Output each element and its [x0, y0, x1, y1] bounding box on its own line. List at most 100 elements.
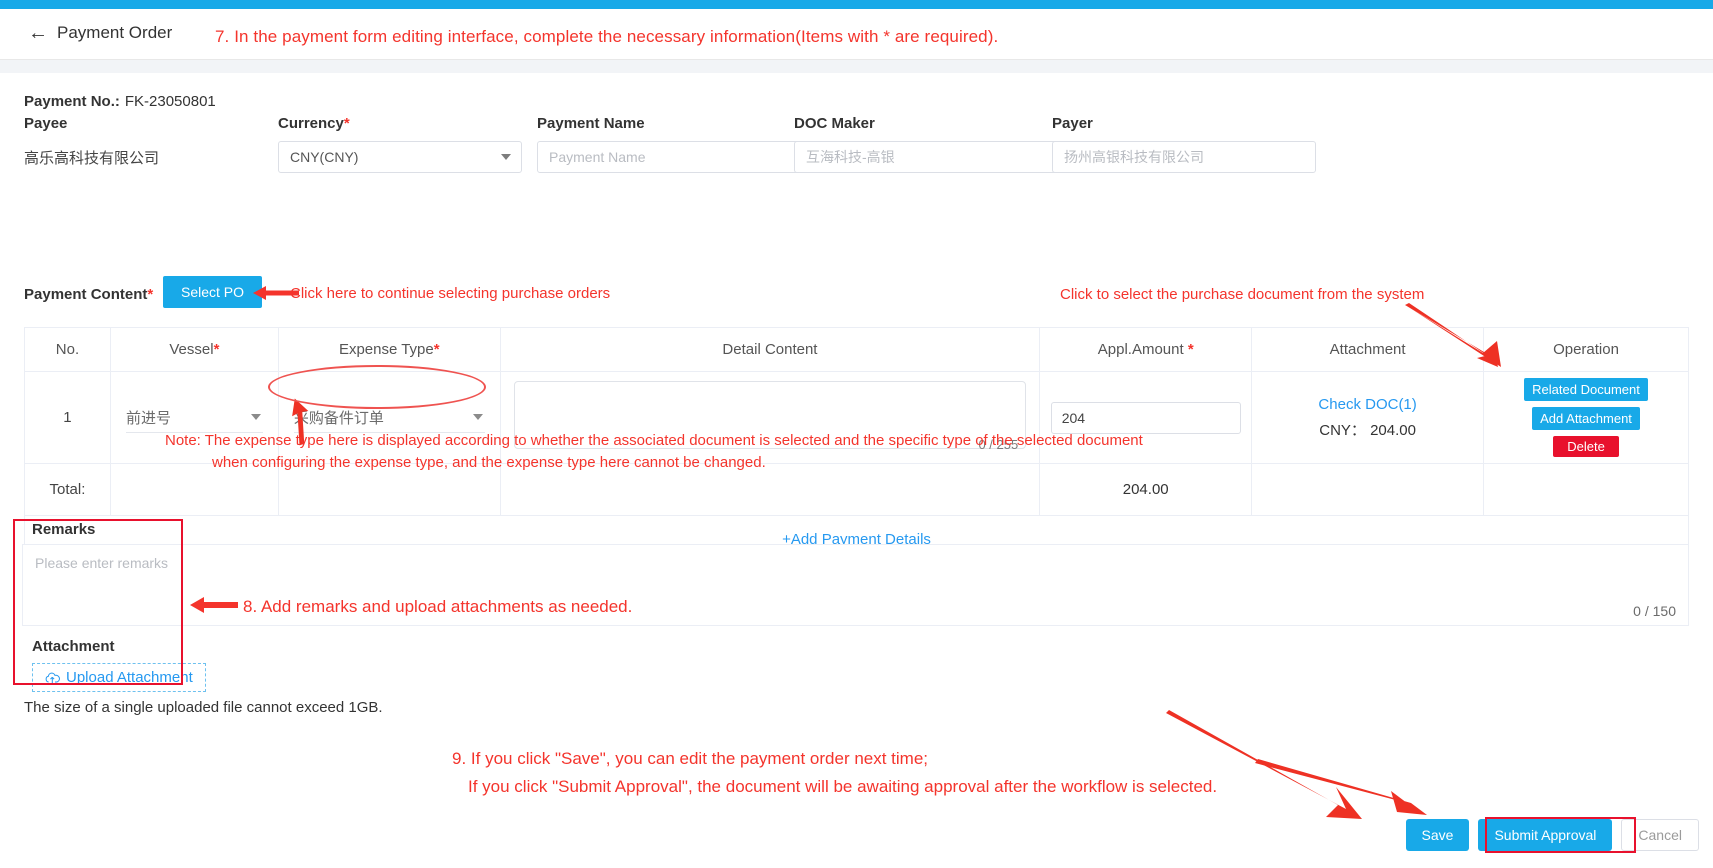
vessel-select[interactable]: 前进号 [125, 403, 263, 433]
label-text: Payer [1052, 115, 1093, 132]
label-text: Payment Name [537, 115, 645, 132]
cell-no: 1 [24, 371, 111, 464]
cloud-upload-icon [45, 672, 60, 684]
required-asterisk: * [147, 286, 154, 303]
column-header-expense-type: Expense Type* [277, 327, 501, 372]
header-text: Vessel [169, 341, 214, 358]
cell-operation: Related Document Add Attachment Delete [1483, 371, 1689, 464]
vessel-selected-value: 前进号 [125, 409, 171, 427]
cell-detail-content: 0 / 255 [499, 371, 1041, 464]
header-text: Operation [1553, 341, 1619, 358]
total-label-cell: Total: [24, 463, 111, 516]
field-payee: Payee 高乐高科技有限公司 [24, 115, 159, 168]
submit-approval-button[interactable]: Submit Approval [1478, 819, 1613, 851]
top-accent-strip [0, 0, 1713, 9]
cell-attachment: Check DOC(1) CNY： 204.00 [1251, 371, 1485, 464]
header-text: Expense Type [338, 341, 434, 358]
related-document-button[interactable]: Related Document [1524, 378, 1648, 401]
appl-amount-input[interactable] [1050, 401, 1241, 434]
table-header-row: No. Vessel* Expense Type* Detail Content… [24, 327, 1689, 372]
table-header: No. Vessel* Expense Type* Detail Content… [24, 327, 1689, 372]
currency-select[interactable]: CNY(CNY) [278, 141, 522, 173]
header-text: Appl.Amount [1097, 341, 1188, 358]
payer-input[interactable] [1052, 141, 1316, 173]
table-total-row: Total: 204.00 [24, 463, 1689, 516]
annotation-step-7: 7. In the payment form editing interface… [215, 27, 999, 46]
column-header-appl-amount: Appl.Amount * [1039, 327, 1253, 372]
cell-appl-amount [1039, 371, 1253, 464]
annotation-9-line-2: If you click "Submit Approval", the docu… [468, 777, 1218, 796]
table-row: 1 前进号 采购备件订单 0 / 255 204 Check DOC(1) CN… [24, 371, 1689, 464]
annotation-related-document: Click to select the purchase document fr… [1060, 286, 1425, 303]
required-asterisk: * [343, 115, 350, 132]
payee-value: 高乐高科技有限公司 [24, 150, 160, 167]
payment-no-row: Payment No.: FK-23050801 [24, 93, 216, 110]
delete-row-button[interactable]: Delete [1553, 436, 1619, 457]
field-label-payment-name: Payment Name [537, 115, 801, 132]
total-spacer-expense [277, 463, 501, 516]
footer-actions: Save Submit Approval Cancel [1405, 819, 1699, 851]
cell-vessel: 前进号 [109, 371, 279, 464]
remarks-placeholder: Please enter remarks [35, 555, 169, 571]
detail-content-textarea[interactable] [513, 381, 1027, 449]
currency-selected-value: CNY(CNY) [290, 149, 359, 165]
field-doc-maker: DOC Maker [794, 115, 1058, 173]
column-header-no: No. [24, 327, 111, 372]
cell-expense-type: 采购备件订单 [277, 371, 501, 464]
check-doc-link[interactable]: Check DOC(1) [1253, 396, 1482, 413]
header-text: Detail Content [722, 341, 818, 358]
column-header-operation: Operation [1483, 327, 1689, 372]
detail-content-wrap: 0 / 255 [513, 381, 1027, 454]
payment-no-label: Payment No.: [24, 93, 120, 110]
upload-size-hint: The size of a single uploaded file canno… [24, 699, 383, 716]
field-payment-name: Payment Name [537, 115, 801, 173]
save-button[interactable]: Save [1405, 819, 1470, 851]
row-index: 1 [63, 408, 72, 426]
label-text: Payee [24, 115, 68, 132]
label-text: Currency [278, 115, 344, 132]
label-text: Payment Content [24, 286, 148, 303]
expense-type-select[interactable]: 采购备件订单 [293, 403, 485, 433]
doc-maker-input[interactable] [794, 141, 1058, 173]
column-header-vessel: Vessel* [109, 327, 279, 372]
payment-no-value: FK-23050801 [124, 93, 216, 110]
annotation-arrow-save-tail [1255, 759, 1427, 815]
payment-name-input[interactable] [537, 141, 801, 173]
page-header: ← Payment Order 7. In the payment form e… [0, 9, 1713, 60]
label-text: DOC Maker [794, 115, 875, 132]
field-label-currency: Currency* [278, 115, 522, 132]
remarks-counter: 0 / 150 [1633, 603, 1676, 619]
total-amount: 204.00 [1039, 463, 1253, 516]
header-text: No. [55, 341, 80, 358]
add-attachment-button[interactable]: Add Attachment [1532, 407, 1640, 430]
required-asterisk: * [1187, 341, 1194, 358]
back-to-payment-order-link[interactable]: ← Payment Order [28, 23, 172, 43]
field-label-payee: Payee [24, 115, 159, 132]
total-spacer-operation [1483, 463, 1689, 516]
page-title: Payment Order [57, 23, 173, 42]
annotation-step-8: 8. Add remarks and upload attachments as… [243, 597, 633, 616]
column-header-attachment: Attachment [1251, 327, 1485, 372]
annotation-9-line-1: 9. If you click "Save", you can edit the… [452, 749, 929, 768]
chevron-down-icon [472, 414, 483, 420]
required-asterisk: * [433, 341, 440, 358]
operation-buttons: Related Document Add Attachment Delete [1485, 378, 1687, 457]
upload-attachment-label: Upload Attachment [66, 669, 193, 686]
field-label-doc-maker: DOC Maker [794, 115, 1058, 132]
annotation-select-po: Click here to continue selecting purchas… [290, 285, 611, 302]
chevron-down-icon [250, 414, 261, 420]
payment-order-page: ← Payment Order 7. In the payment form e… [0, 0, 1713, 868]
cancel-button[interactable]: Cancel [1621, 819, 1699, 851]
payment-content-label: Payment Content* [24, 286, 153, 303]
header-divider-band [0, 60, 1713, 73]
annotation-step-9: 9. If you click "Save", you can edit the… [452, 745, 1217, 801]
detail-content-counter: 0 / 255 [978, 437, 1019, 452]
upload-attachment-button[interactable]: Upload Attachment [32, 663, 206, 692]
arrow-left-icon: ← [28, 22, 48, 44]
remarks-title: Remarks [32, 521, 96, 538]
attachment-title: Attachment [32, 638, 115, 655]
total-spacer-attachment [1251, 463, 1485, 516]
select-po-button[interactable]: Select PO [163, 276, 263, 308]
expense-type-selected-value: 采购备件订单 [293, 409, 384, 427]
attachment-amount: CNY： 204.00 [1319, 421, 1416, 439]
